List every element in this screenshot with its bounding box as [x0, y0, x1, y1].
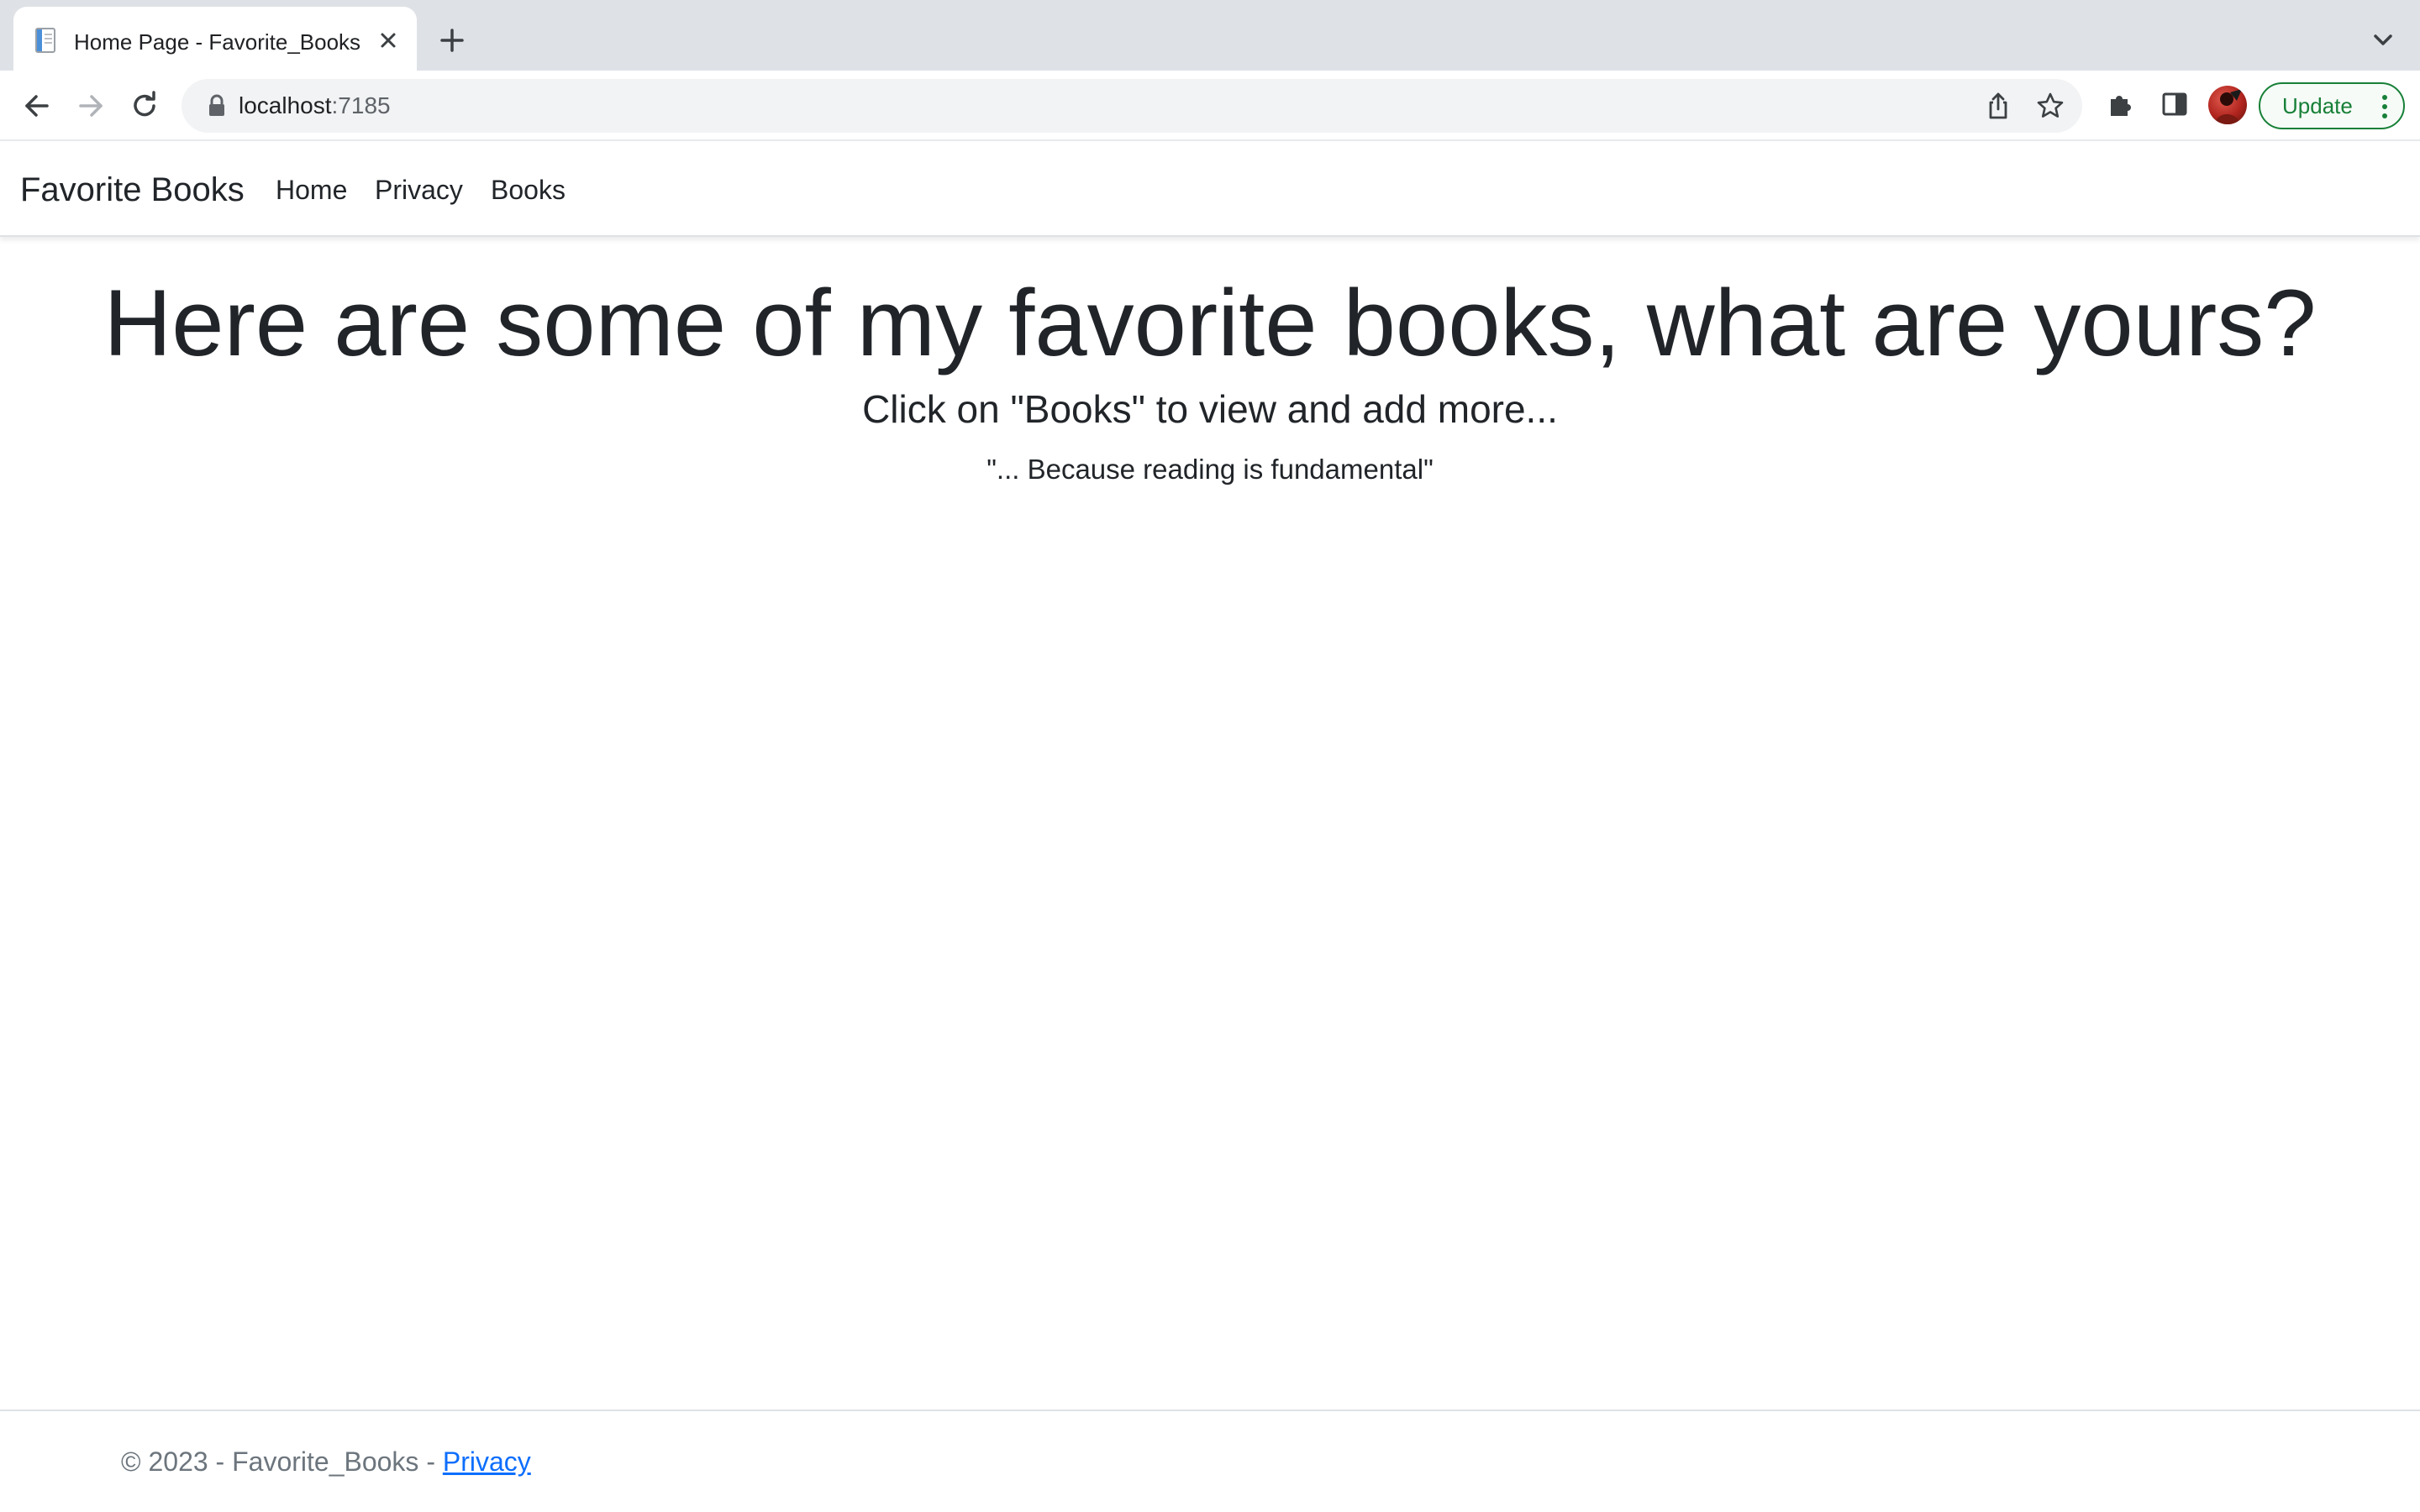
footer-privacy-link[interactable]: Privacy [443, 1446, 531, 1477]
footer-text: © 2023 - Favorite_Books - Privacy [121, 1411, 531, 1512]
forward-icon[interactable] [72, 87, 109, 124]
reload-icon[interactable] [126, 87, 163, 124]
web-page: Favorite Books Home Privacy Books Here a… [0, 143, 2420, 1512]
footer-copyright: © 2023 - Favorite_Books - [121, 1446, 443, 1477]
side-panel-icon[interactable] [2158, 87, 2191, 121]
share-icon[interactable] [1983, 91, 2013, 121]
avatar[interactable] [2208, 86, 2247, 124]
extensions-icon[interactable] [2104, 87, 2138, 121]
nav-link-books[interactable]: Books [491, 143, 566, 237]
brand-link[interactable]: Favorite Books [20, 143, 245, 237]
document-icon [35, 28, 55, 53]
browser-toolbar: localhost:7185 [0, 71, 2420, 141]
back-icon[interactable] [18, 87, 55, 124]
chevron-down-icon[interactable] [2368, 25, 2398, 55]
url-port: :7185 [331, 92, 391, 118]
tab-title: Home Page - Favorite_Books [74, 29, 361, 55]
url-text[interactable]: localhost:7185 [239, 79, 391, 133]
update-button-label: Update [2282, 93, 2353, 118]
page-subtitle: Click on "Books" to view and add more... [862, 387, 1558, 431]
nav-link-home[interactable]: Home [276, 143, 347, 237]
site-navbar: Favorite Books Home Privacy Books [0, 143, 2420, 237]
close-icon[interactable] [373, 25, 403, 55]
more-vert-icon[interactable] [2381, 94, 2388, 119]
page-quote: "... Because reading is fundamental" [986, 454, 1434, 485]
browser-tab[interactable]: Home Page - Favorite_Books [13, 7, 417, 71]
address-bar[interactable]: localhost:7185 [182, 79, 2082, 133]
profile-photo-icon [2215, 89, 2242, 124]
bookmark-star-icon[interactable] [2035, 91, 2065, 121]
update-button[interactable]: Update [2259, 82, 2405, 129]
tab-strip: Home Page - Favorite_Books [0, 0, 2420, 71]
url-host: localhost [239, 92, 332, 118]
plus-icon[interactable] [435, 24, 469, 57]
lock-icon[interactable] [207, 94, 227, 118]
page-title: Here are some of my favorite books, what… [103, 270, 2317, 375]
nav-link-privacy[interactable]: Privacy [375, 143, 463, 237]
site-footer: © 2023 - Favorite_Books - Privacy [0, 1410, 2420, 1512]
